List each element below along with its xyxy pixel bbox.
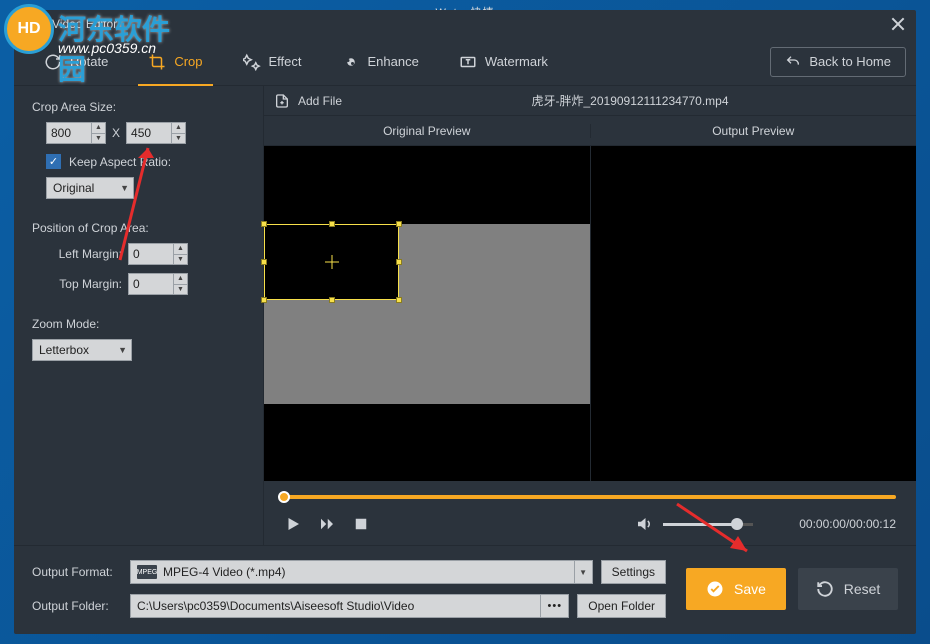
add-file-button[interactable]: Add File xyxy=(274,93,342,109)
video-frame xyxy=(264,224,590,404)
keep-aspect-checkbox[interactable]: ✓ xyxy=(46,154,61,169)
next-button[interactable] xyxy=(318,515,336,533)
rotate-icon xyxy=(44,53,62,71)
crop-handle[interactable] xyxy=(329,297,335,303)
output-preview-label: Output Preview xyxy=(591,124,917,138)
crop-area-size-label: Crop Area Size: xyxy=(32,100,245,114)
stop-button[interactable] xyxy=(352,515,370,533)
tab-watermark[interactable]: Watermark xyxy=(439,38,568,85)
keep-aspect-label: Keep Aspect Ratio: xyxy=(69,155,171,169)
spin-down[interactable]: ▼ xyxy=(174,255,187,265)
crop-handle[interactable] xyxy=(396,221,402,227)
original-preview-label: Original Preview xyxy=(264,124,591,138)
sidebar: Crop Area Size: ▲▼ X ▲▼ ✓ Keep Aspect Ra… xyxy=(14,86,264,545)
volume-thumb[interactable] xyxy=(731,518,743,530)
aspect-ratio-dropdown[interactable]: Original▼ xyxy=(46,177,134,199)
file-bar: Add File 虎牙-胖炸_20190912111234770.mp4 xyxy=(264,86,916,116)
timeline[interactable] xyxy=(264,481,916,499)
chevron-down-icon: ▼ xyxy=(118,345,127,355)
crop-handle[interactable] xyxy=(261,297,267,303)
crop-handle[interactable] xyxy=(261,221,267,227)
crop-handle[interactable] xyxy=(329,221,335,227)
crop-icon xyxy=(148,53,166,71)
footer: Output Format: MPEG MPEG-4 Video (*.mp4)… xyxy=(14,545,916,634)
spin-up[interactable]: ▲ xyxy=(172,123,185,134)
crop-width-input[interactable]: ▲▼ xyxy=(46,122,106,144)
crop-handle[interactable] xyxy=(396,259,402,265)
output-folder-label: Output Folder: xyxy=(32,599,122,613)
spin-up[interactable]: ▲ xyxy=(174,244,187,255)
add-file-icon xyxy=(274,93,290,109)
zoom-mode-title: Zoom Mode: xyxy=(32,317,245,331)
tab-rotate[interactable]: Rotate xyxy=(24,38,128,85)
left-margin-input[interactable]: ▲▼ xyxy=(128,243,188,265)
save-button[interactable]: Save xyxy=(686,568,786,610)
chevron-down-icon[interactable]: ▼ xyxy=(574,561,592,583)
tab-enhance[interactable]: Enhance xyxy=(322,38,439,85)
timeline-thumb[interactable] xyxy=(278,491,290,503)
top-margin-input[interactable]: ▲▼ xyxy=(128,273,188,295)
time-display: 00:00:00/00:00:12 xyxy=(799,517,896,531)
app-window: Free Video Editor Rotate Crop Effect xyxy=(14,10,916,634)
file-name: 虎牙-胖炸_20190912111234770.mp4 xyxy=(532,94,729,108)
close-icon[interactable] xyxy=(890,16,906,32)
left-margin-label: Left Margin: xyxy=(46,247,122,261)
volume-icon[interactable] xyxy=(635,515,653,533)
output-preview-panel xyxy=(591,146,917,481)
output-format-label: Output Format: xyxy=(32,565,122,579)
enhance-icon xyxy=(342,53,360,71)
reset-icon xyxy=(816,580,834,598)
format-badge-icon: MPEG xyxy=(137,565,157,579)
position-title: Position of Crop Area: xyxy=(32,221,245,235)
output-folder-input[interactable]: C:\Users\pc0359\Documents\Aiseesoft Stud… xyxy=(130,594,569,618)
crop-box[interactable] xyxy=(264,224,399,300)
play-button[interactable] xyxy=(284,515,302,533)
check-icon xyxy=(706,580,724,598)
preview-headers: Original Preview Output Preview xyxy=(264,116,916,146)
volume-slider[interactable] xyxy=(663,523,753,526)
toolbar: Rotate Crop Effect Enhance Watermark xyxy=(14,38,916,86)
open-folder-button[interactable]: Open Folder xyxy=(577,594,666,618)
crop-handle[interactable] xyxy=(261,259,267,265)
top-margin-label: Top Margin: xyxy=(46,277,122,291)
reset-button[interactable]: Reset xyxy=(798,568,898,610)
spin-down[interactable]: ▼ xyxy=(174,285,187,295)
playback-controls: 00:00:00/00:00:12 xyxy=(264,499,916,545)
original-preview-panel[interactable] xyxy=(264,146,591,481)
output-format-dropdown[interactable]: MPEG MPEG-4 Video (*.mp4) ▼ xyxy=(130,560,593,584)
effect-icon xyxy=(243,53,261,71)
watermark-icon xyxy=(459,53,477,71)
chevron-down-icon: ▼ xyxy=(120,183,129,193)
zoom-mode-dropdown[interactable]: Letterbox▼ xyxy=(32,339,132,361)
back-icon xyxy=(785,54,801,70)
tab-crop[interactable]: Crop xyxy=(128,38,222,85)
crop-height-input[interactable]: ▲▼ xyxy=(126,122,186,144)
app-title: Free Video Editor xyxy=(24,17,117,31)
settings-button[interactable]: Settings xyxy=(601,560,666,584)
titlebar: Free Video Editor xyxy=(14,10,916,38)
spin-down[interactable]: ▼ xyxy=(172,134,185,144)
spin-up[interactable]: ▲ xyxy=(174,274,187,285)
browse-button[interactable]: ••• xyxy=(540,595,568,617)
crop-handle[interactable] xyxy=(396,297,402,303)
tab-effect[interactable]: Effect xyxy=(223,38,322,85)
back-home-button[interactable]: Back to Home xyxy=(770,47,906,77)
spin-down[interactable]: ▼ xyxy=(92,134,105,144)
spin-up[interactable]: ▲ xyxy=(92,123,105,134)
